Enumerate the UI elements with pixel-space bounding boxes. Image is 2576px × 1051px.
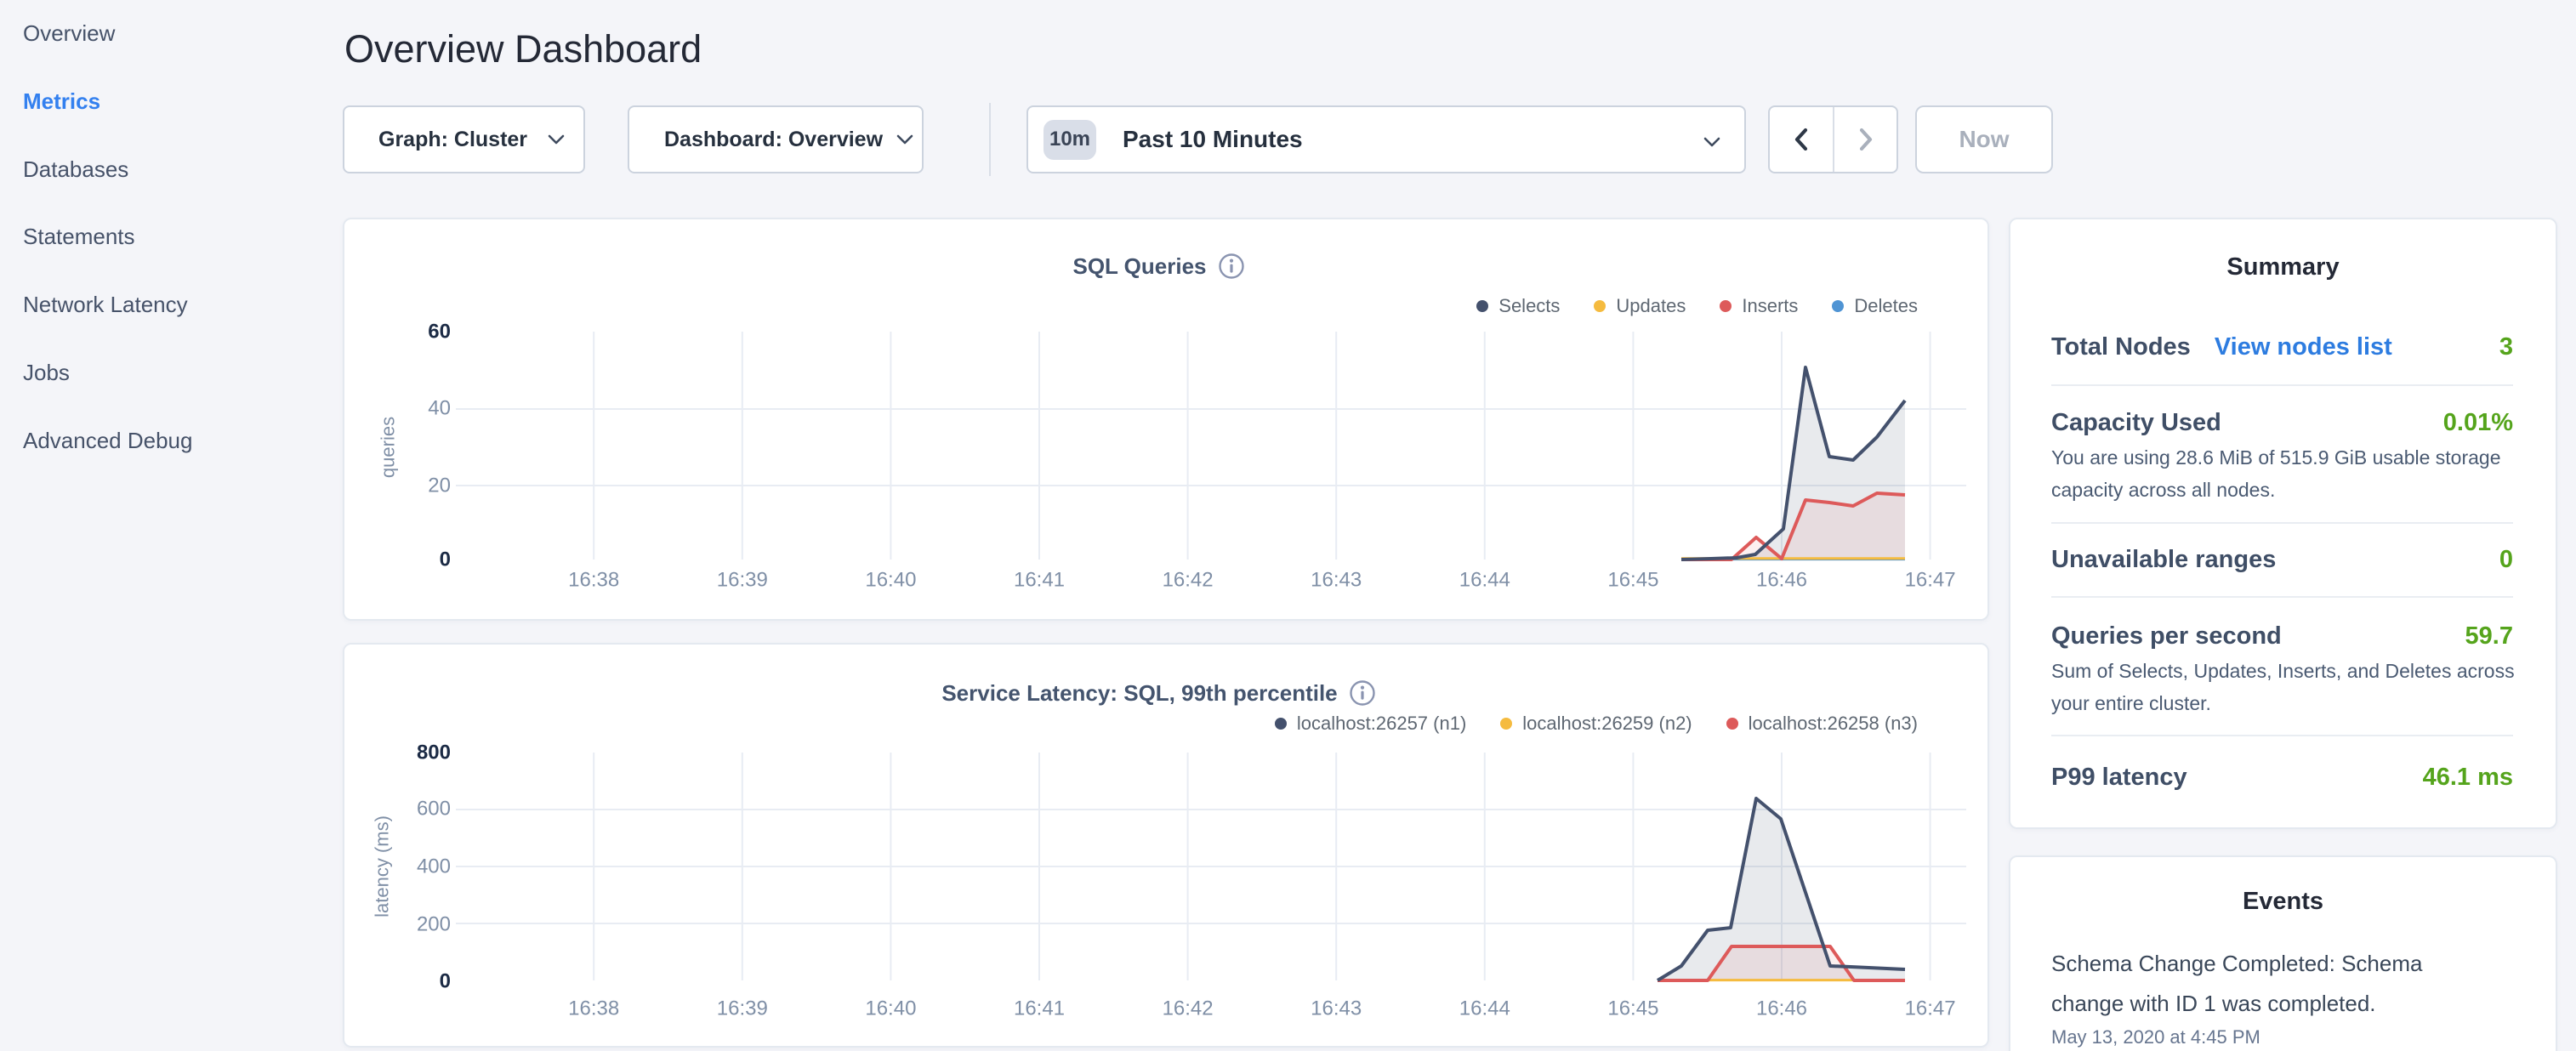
svg-text:16:42: 16:42 [1163, 997, 1214, 1020]
svg-text:16:39: 16:39 [717, 569, 768, 592]
svg-text:16:38: 16:38 [568, 997, 619, 1020]
svg-text:queries: queries [378, 417, 399, 478]
svg-text:16:46: 16:46 [1756, 997, 1807, 1020]
svg-text:16:44: 16:44 [1459, 997, 1510, 1020]
svg-text:40: 40 [428, 397, 451, 420]
svg-text:16:47: 16:47 [1905, 997, 1956, 1020]
svg-text:16:41: 16:41 [1014, 569, 1065, 592]
svg-text:16:45: 16:45 [1607, 997, 1658, 1020]
svg-text:16:41: 16:41 [1014, 997, 1065, 1020]
svg-text:16:40: 16:40 [865, 997, 916, 1020]
svg-text:16:40: 16:40 [865, 569, 916, 592]
svg-text:0: 0 [440, 548, 451, 571]
svg-text:60: 60 [428, 321, 451, 344]
svg-text:16:46: 16:46 [1756, 569, 1807, 592]
svg-text:400: 400 [417, 855, 451, 878]
svg-text:16:39: 16:39 [717, 997, 768, 1020]
svg-text:16:43: 16:43 [1311, 997, 1362, 1020]
svg-text:16:43: 16:43 [1311, 569, 1362, 592]
svg-text:16:44: 16:44 [1459, 569, 1510, 592]
svg-text:latency (ms): latency (ms) [372, 815, 393, 917]
svg-text:800: 800 [417, 741, 451, 764]
svg-text:200: 200 [417, 913, 451, 936]
svg-text:16:47: 16:47 [1905, 569, 1956, 592]
svg-text:600: 600 [417, 798, 451, 821]
svg-text:16:38: 16:38 [568, 569, 619, 592]
svg-text:20: 20 [428, 474, 451, 497]
svg-text:16:42: 16:42 [1163, 569, 1214, 592]
svg-text:0: 0 [440, 970, 451, 993]
svg-text:16:45: 16:45 [1607, 569, 1658, 592]
